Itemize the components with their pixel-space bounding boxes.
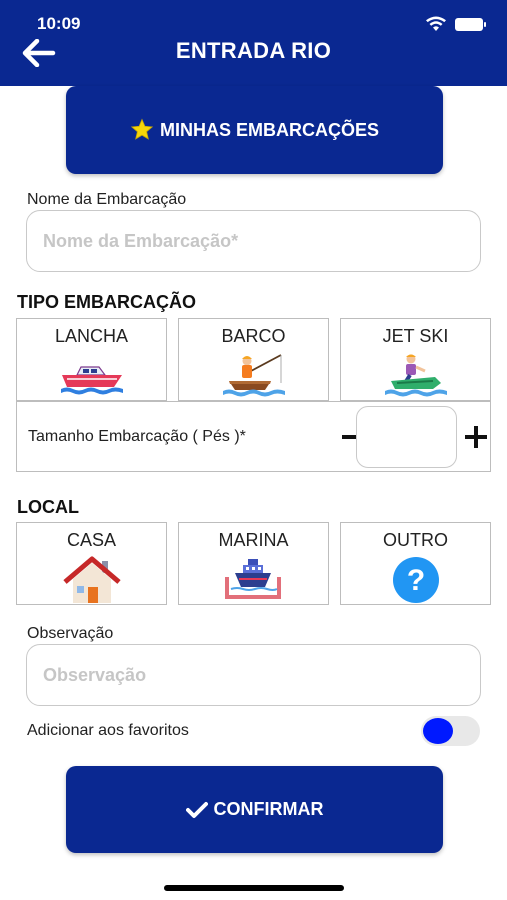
check-icon	[185, 801, 208, 818]
boat-type-option-label: BARCO	[221, 326, 286, 346]
boat-type-option-label: JET SKI	[382, 326, 449, 346]
app-header: 10:09 ENTRADA RIO	[0, 0, 507, 86]
boat-name-input[interactable]	[26, 210, 481, 272]
location-option-outro[interactable]: OUTRO ?	[340, 522, 491, 605]
star-icon	[130, 118, 154, 140]
location-title: LOCAL	[17, 497, 79, 517]
speedboat-icon	[60, 366, 123, 395]
battery-icon	[455, 17, 486, 31]
boat-type-option-barco[interactable]: BARCO	[178, 318, 329, 401]
page-title: ENTRADA RIO	[175, 38, 332, 63]
boat-type-option-jet-ski[interactable]: JET SKI	[340, 318, 491, 401]
boat-type-title: TIPO EMBARCAÇÃO	[17, 292, 196, 312]
plus-icon[interactable]	[464, 425, 488, 449]
location-option-label: OUTRO	[383, 530, 448, 550]
jet-ski-icon	[384, 354, 447, 397]
house-icon	[62, 556, 121, 603]
location-option-casa[interactable]: CASA	[16, 522, 167, 605]
status-icons	[425, 16, 486, 32]
location-option-label: MARINA	[218, 530, 289, 550]
question-icon: ?	[392, 557, 439, 603]
boat-size-input[interactable]	[356, 406, 457, 468]
boat-size-row: Tamanho Embarcação ( Pés )*	[16, 401, 491, 472]
boat-size-label: Tamanho Embarcação ( Pés )*	[28, 428, 246, 445]
toggle-knob	[423, 718, 453, 744]
boat-type-option-label: LANCHA	[54, 326, 129, 346]
observation-label: Observação	[27, 625, 114, 642]
my-boats-label: MINHAS EMBARCAÇÕES	[159, 119, 379, 140]
wifi-icon	[426, 16, 446, 31]
boat-type-option-lancha[interactable]: LANCHA	[16, 318, 167, 401]
svg-text:?: ?	[406, 564, 424, 597]
fishing-boat-icon	[222, 354, 285, 397]
confirm-button[interactable]: CONFIRMAR	[66, 766, 443, 853]
location-option-marina[interactable]: MARINA	[178, 522, 329, 605]
favorites-toggle[interactable]	[421, 716, 480, 746]
marina-icon	[224, 559, 281, 599]
location-option-label: CASA	[66, 530, 117, 550]
my-boats-button[interactable]: MINHAS EMBARCAÇÕES	[66, 86, 443, 174]
observation-input[interactable]	[26, 644, 481, 706]
boat-name-label: Nome da Embarcação	[27, 191, 187, 208]
favorites-toggle-label: Adicionar aos favoritos	[27, 722, 189, 739]
status-time: 10:09	[37, 14, 81, 33]
confirm-label: CONFIRMAR	[213, 799, 324, 819]
home-indicator	[164, 885, 344, 891]
